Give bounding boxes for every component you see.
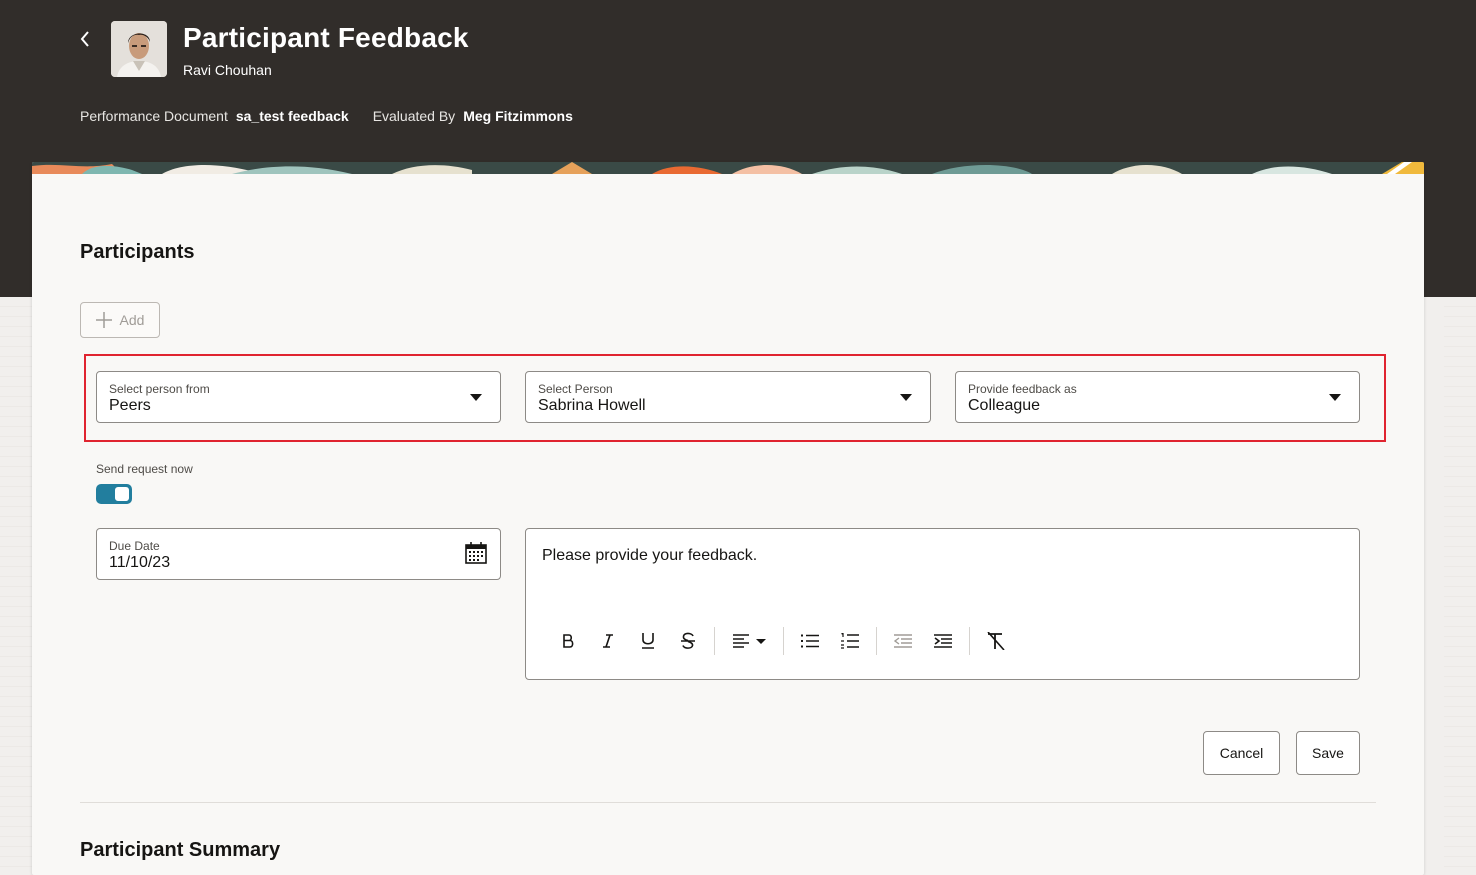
meta-label: Performance Document	[80, 108, 228, 124]
align-menu-button[interactable]	[721, 625, 777, 657]
send-request-toggle[interactable]	[96, 484, 132, 504]
add-button[interactable]: Add	[80, 302, 160, 338]
participants-card: Participants Add Select person from Peer…	[32, 162, 1424, 875]
indent-icon	[934, 634, 952, 648]
meta-value: Meg Fitzimmons	[463, 108, 573, 124]
underline-button[interactable]	[628, 625, 668, 657]
numbered-list-button[interactable]	[830, 625, 870, 657]
field-value: 11/10/23	[109, 554, 171, 571]
numbered-list-icon	[841, 633, 859, 649]
field-label: Due Date	[109, 539, 160, 553]
background-pattern-right	[1444, 297, 1476, 875]
provide-feedback-as-dropdown[interactable]: Provide feedback as Colleague	[955, 371, 1360, 423]
align-left-icon	[733, 634, 766, 648]
bold-icon	[563, 634, 574, 648]
feedback-editor[interactable]: Please provide your feedback.	[525, 528, 1360, 680]
avatar	[111, 21, 167, 77]
field-label: Select Person	[538, 382, 613, 396]
section-title-participant-summary: Participant Summary	[80, 839, 281, 861]
save-button[interactable]: Save	[1296, 731, 1360, 775]
chevron-left-icon	[80, 31, 89, 47]
bulleted-list-button[interactable]	[790, 625, 830, 657]
strikethrough-icon	[681, 632, 695, 649]
bold-button[interactable]	[548, 625, 588, 657]
page-title: Participant Feedback	[183, 22, 469, 53]
select-person-from-dropdown[interactable]: Select person from Peers	[96, 371, 501, 423]
field-value: Sabrina Howell	[538, 397, 646, 414]
field-value: Peers	[109, 397, 151, 414]
decorative-banner	[32, 162, 1424, 174]
meta-evaluated-by: Evaluated By Meg Fitzimmons	[373, 108, 573, 124]
editor-toolbar	[548, 625, 1016, 657]
caret-down-icon	[900, 394, 912, 401]
caret-down-icon	[1329, 394, 1341, 401]
clear-formatting-icon	[987, 632, 1005, 650]
cancel-button[interactable]: Cancel	[1203, 731, 1280, 775]
toolbar-separator	[714, 627, 715, 655]
bulleted-list-icon	[801, 634, 819, 648]
add-button-label: Add	[119, 312, 145, 328]
plus-icon	[95, 312, 112, 328]
toolbar-separator	[876, 627, 877, 655]
meta-value: sa_test feedback	[235, 108, 349, 124]
calendar-icon[interactable]	[465, 542, 487, 569]
indent-button[interactable]	[923, 625, 963, 657]
field-value: Colleague	[968, 397, 1041, 414]
toolbar-separator	[969, 627, 970, 655]
employee-name: Ravi Chouhan	[183, 62, 272, 78]
clear-formatting-button[interactable]	[976, 625, 1016, 657]
outdent-button	[883, 625, 923, 657]
section-title-participants: Participants	[80, 241, 195, 263]
feedback-text[interactable]: Please provide your feedback.	[542, 547, 757, 565]
field-label: Select person from	[109, 382, 210, 396]
caret-down-icon	[470, 394, 482, 401]
due-date-field[interactable]: Due Date 11/10/23	[96, 528, 501, 580]
meta-performance-document: Performance Document sa_test feedback	[80, 108, 349, 124]
meta-label: Evaluated By	[372, 108, 456, 124]
strikethrough-button[interactable]	[668, 625, 708, 657]
background-pattern-left	[0, 297, 32, 875]
send-request-label: Send request now	[96, 462, 193, 476]
select-person-dropdown[interactable]: Select Person Sabrina Howell	[525, 371, 931, 423]
outdent-icon	[894, 634, 912, 648]
toolbar-separator	[783, 627, 784, 655]
document-meta: Performance Document sa_test feedback Eva…	[80, 108, 573, 124]
italic-button[interactable]	[588, 625, 628, 657]
italic-icon	[603, 634, 613, 648]
field-label: Provide feedback as	[968, 382, 1077, 396]
toggle-knob	[115, 487, 129, 501]
section-divider	[80, 802, 1376, 803]
underline-icon	[642, 633, 654, 649]
back-button[interactable]	[74, 28, 96, 50]
